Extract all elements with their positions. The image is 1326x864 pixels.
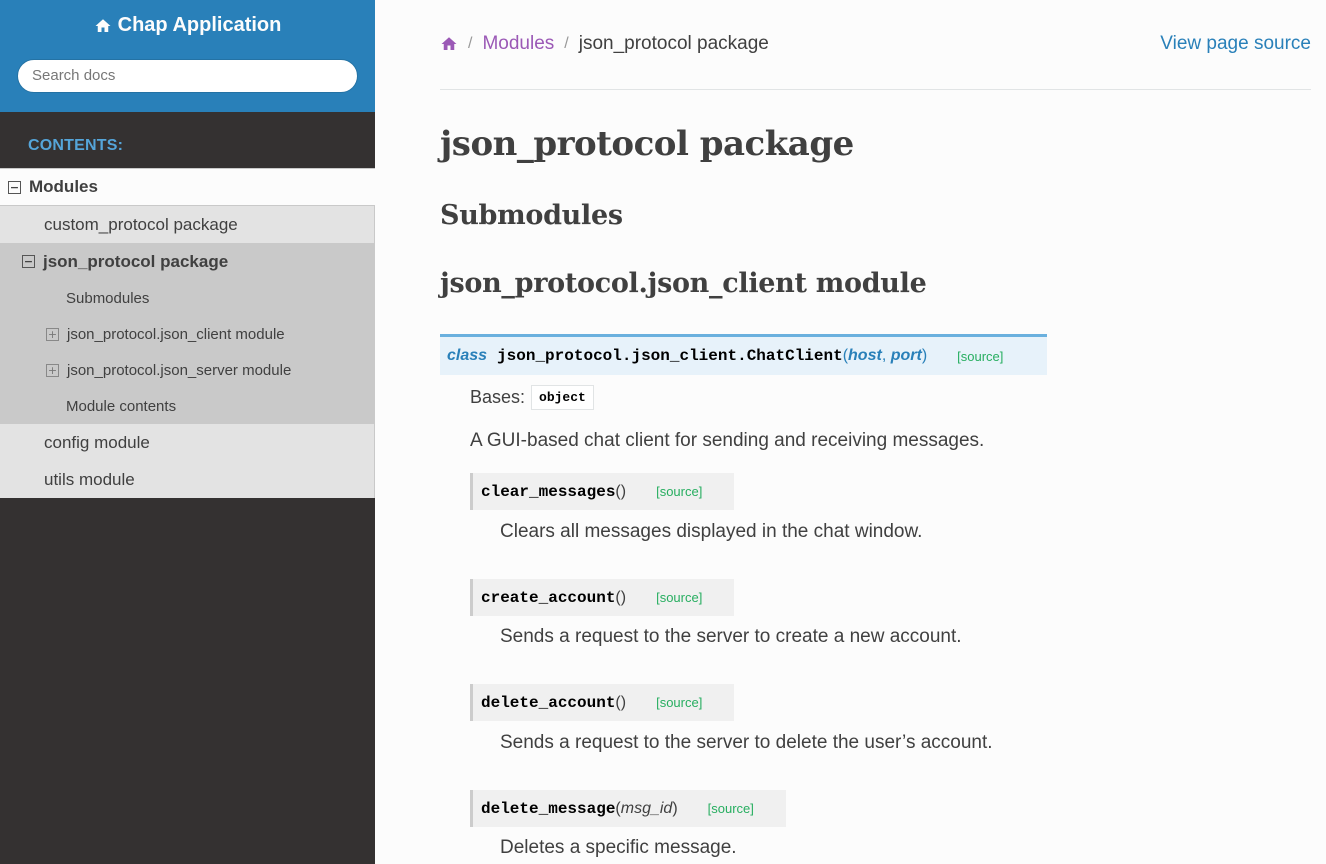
method-source-link[interactable]: [source] xyxy=(656,695,702,710)
method-description: Sends a request to the server to create … xyxy=(500,626,962,647)
sidebar-item-label: utils module xyxy=(44,469,135,489)
module-heading: json_protocol.json_client module xyxy=(440,268,927,299)
sidebar-item-json-server[interactable]: + json_protocol.json_server module xyxy=(0,352,375,388)
sidebar-item-label: Module contents xyxy=(66,397,177,415)
sidebar: Chap Application CONTENTS: − Modules cus… xyxy=(0,0,375,864)
param-host: host xyxy=(848,347,882,364)
method-signature-delete-message: delete_message ( msg_id ) [source] xyxy=(470,790,786,827)
collapse-icon[interactable]: − xyxy=(8,180,21,194)
method-description: Sends a request to the server to delete … xyxy=(500,732,993,753)
bases-value[interactable]: object xyxy=(531,385,594,410)
search-input[interactable] xyxy=(17,58,358,93)
brand-link[interactable]: Chap Application xyxy=(94,14,282,37)
breadcrumb-separator: / xyxy=(468,35,473,52)
collapse-icon[interactable]: − xyxy=(22,255,35,268)
sidebar-item-label: json_protocol.json_server module xyxy=(67,361,292,379)
home-icon[interactable] xyxy=(440,35,458,53)
param-port: port xyxy=(890,347,922,364)
sidebar-item-label: custom_protocol package xyxy=(44,214,238,234)
sidebar-item-submodules[interactable]: Submodules xyxy=(0,280,375,316)
method-parens: () xyxy=(615,693,627,711)
home-icon xyxy=(95,18,111,32)
expand-icon[interactable]: + xyxy=(46,363,59,377)
view-page-source-link[interactable]: View page source xyxy=(1160,33,1311,55)
class-keyword: class xyxy=(447,347,488,364)
sidebar-item-utils[interactable]: utils module xyxy=(0,461,375,498)
breadcrumb-separator: / xyxy=(564,35,569,52)
method-parens: () xyxy=(615,482,627,500)
method-description: Clears all messages displayed in the cha… xyxy=(500,521,923,542)
class-source-link[interactable]: [source] xyxy=(957,349,1003,364)
param-msg-id: msg_id xyxy=(620,799,673,817)
class-name: json_protocol.json_client.ChatClient xyxy=(497,347,843,365)
signature-comma: , xyxy=(881,347,891,364)
bases-line: Bases: object xyxy=(470,385,594,410)
method-name: clear_messages xyxy=(481,482,616,501)
contents-caption: CONTENTS: xyxy=(28,137,124,154)
method-parens: () xyxy=(615,588,627,606)
sidebar-item-label: json_protocol.json_client module xyxy=(67,325,285,343)
brand-name: Chap Application xyxy=(117,14,282,36)
method-source-link[interactable]: [source] xyxy=(656,590,702,605)
bases-label: Bases: xyxy=(470,387,526,407)
method-name: delete_message xyxy=(481,799,616,818)
sidebar-item-module-contents[interactable]: Module contents xyxy=(0,388,375,424)
breadcrumb-modules-link[interactable]: Modules xyxy=(482,33,554,55)
class-signature: class json_protocol.json_client.ChatClie… xyxy=(440,334,1047,375)
breadcrumb: / Modules / json_protocol package View p… xyxy=(440,33,1311,90)
main-content: / Modules / json_protocol package View p… xyxy=(375,0,1326,864)
page-title: json_protocol package xyxy=(440,124,854,164)
sidebar-header: Chap Application xyxy=(0,0,375,112)
sidebar-item-json-client[interactable]: + json_protocol.json_client module xyxy=(0,316,375,352)
submodules-heading: Submodules xyxy=(440,200,623,231)
sidebar-item-json-protocol[interactable]: − json_protocol package xyxy=(0,243,375,280)
sidebar-item-label: Modules xyxy=(29,177,98,196)
method-signature-clear-messages: clear_messages () [source] xyxy=(470,473,735,510)
method-name: create_account xyxy=(481,588,616,607)
sidebar-item-label: Submodules xyxy=(66,289,150,307)
method-description: Deletes a specific message. xyxy=(500,837,737,858)
class-description: A GUI-based chat client for sending and … xyxy=(470,430,985,451)
method-source-link[interactable]: [source] xyxy=(708,801,754,816)
sidebar-item-label: config module xyxy=(44,432,150,452)
method-signature-create-account: create_account () [source] xyxy=(470,579,735,616)
sidebar-item-custom-protocol[interactable]: custom_protocol package xyxy=(0,206,375,243)
sidebar-item-config[interactable]: config module xyxy=(0,424,375,461)
method-signature-delete-account: delete_account () [source] xyxy=(470,684,735,721)
breadcrumb-current: json_protocol package xyxy=(578,33,769,54)
sidebar-item-label: json_protocol package xyxy=(43,251,229,271)
signature-close-paren: ) xyxy=(921,347,928,364)
method-source-link[interactable]: [source] xyxy=(656,484,702,499)
sidebar-item-modules[interactable]: − Modules xyxy=(0,168,375,206)
method-close-paren: ) xyxy=(672,799,678,817)
expand-icon[interactable]: + xyxy=(46,327,59,341)
method-name: delete_account xyxy=(481,693,616,712)
